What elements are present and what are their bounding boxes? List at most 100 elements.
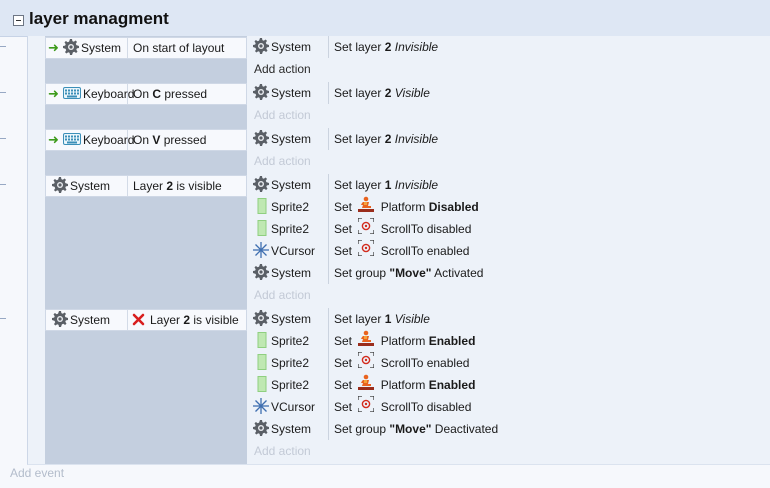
action-object[interactable]: System — [253, 174, 329, 196]
cursor-icon — [253, 241, 269, 261]
action-text[interactable]: Set ScrollTo disabled — [334, 216, 471, 240]
action-param: 1 — [384, 178, 392, 192]
action-text-part: Platform — [377, 200, 429, 214]
action-object[interactable]: Sprite2 — [253, 196, 329, 218]
action-param: Enabled — [428, 378, 476, 392]
add-event-link[interactable]: Add event — [10, 466, 64, 480]
add-action-link[interactable]: Add action — [254, 58, 311, 80]
action-text[interactable]: Set Platform Enabled — [334, 330, 475, 352]
action-object[interactable]: System — [253, 418, 329, 440]
action-object[interactable]: System — [253, 36, 329, 58]
action-param: Invisible — [394, 178, 439, 192]
action-object[interactable]: System — [253, 128, 329, 150]
action-object-label: Sprite2 — [271, 378, 310, 392]
action-text[interactable]: Set group "Move" Deactivated — [334, 418, 498, 440]
event-block[interactable]: ➜ Keyboard On C pressed System Set layer 2 V… — [27, 82, 770, 129]
action-object[interactable]: Sprite2 — [253, 218, 329, 240]
action-text-part: Set layer — [334, 132, 385, 146]
action-text-part: Platform — [377, 334, 429, 348]
keyboard-icon — [63, 132, 81, 148]
platform-icon — [358, 196, 375, 219]
action-object[interactable]: System — [253, 308, 329, 330]
event-condition[interactable]: ➜ System On start of layout — [45, 37, 247, 59]
condition-text-part: Layer — [133, 179, 167, 193]
cursor-icon — [253, 397, 269, 417]
action-row[interactable]: Sprite2 Set Platform Disabled — [253, 196, 770, 218]
action-object[interactable]: VCursor — [253, 240, 329, 262]
action-object[interactable]: VCursor — [253, 396, 329, 418]
condition-text[interactable]: On V pressed — [133, 130, 206, 150]
condition-object[interactable]: ➜ Keyboard — [46, 84, 134, 104]
action-object-label: VCursor — [271, 244, 316, 258]
action-param: 2 — [384, 40, 392, 54]
condition-text-part: pressed — [160, 133, 207, 147]
action-text[interactable]: Set Platform Disabled — [334, 196, 479, 218]
condition-text[interactable]: On C pressed — [133, 84, 207, 104]
action-text[interactable]: Set Platform Enabled — [334, 374, 475, 396]
action-object[interactable]: System — [253, 82, 329, 104]
action-text[interactable]: Set layer 2 Invisible — [334, 128, 438, 150]
action-row[interactable]: VCursor Set ScrollTo disabled — [253, 394, 770, 418]
event-block[interactable]: System Layer 2 is visible System Set layer … — [27, 174, 770, 309]
add-action-link[interactable]: Add action — [254, 150, 311, 172]
action-row[interactable]: Sprite2 Set ScrollTo enabled — [253, 350, 770, 374]
event-condition[interactable]: System Layer 2 is visible — [45, 175, 247, 197]
action-text[interactable]: Set ScrollTo enabled — [334, 238, 469, 262]
gear-icon — [52, 310, 68, 330]
add-action-link[interactable]: Add action — [254, 440, 311, 462]
event-block[interactable]: ➜ Keyboard On V pressed System Set layer 2 I… — [27, 128, 770, 175]
action-row[interactable]: System Set layer 1 Visible — [253, 308, 770, 330]
action-row[interactable]: System Set layer 2 Invisible — [253, 128, 770, 150]
condition-object[interactable]: System — [46, 176, 128, 196]
action-text[interactable]: Set layer 1 Invisible — [334, 174, 438, 196]
action-param: Visible — [394, 86, 430, 100]
condition-text[interactable]: Layer 2 is visible — [133, 176, 222, 196]
event-block[interactable]: ➜ System On start of layout System Set layer… — [27, 36, 770, 83]
gear-icon — [253, 263, 269, 283]
action-text[interactable]: Set group "Move" Activated — [334, 262, 483, 284]
action-row[interactable]: System Set layer 1 Invisible — [253, 174, 770, 196]
action-text[interactable]: Set layer 2 Invisible — [334, 36, 438, 58]
add-action-link[interactable]: Add action — [254, 104, 311, 126]
event-condition[interactable]: System Layer 2 is visible — [45, 309, 247, 331]
action-object[interactable]: Sprite2 — [253, 374, 329, 396]
event-condition[interactable]: ➜ Keyboard On V pressed — [45, 129, 247, 151]
action-row[interactable]: System Set layer 2 Visible — [253, 82, 770, 104]
action-row[interactable]: Sprite2 Set Platform Enabled — [253, 330, 770, 352]
action-text[interactable]: Set layer 1 Visible — [334, 308, 430, 330]
action-param: Invisible — [394, 40, 439, 54]
condition-text[interactable]: Layer 2 is visible — [132, 310, 239, 330]
gear-icon — [253, 129, 269, 149]
sprite-icon — [257, 331, 267, 351]
condition-column — [45, 308, 247, 464]
action-object[interactable]: System — [253, 262, 329, 284]
action-row[interactable]: VCursor Set ScrollTo enabled — [253, 238, 770, 262]
event-group-header[interactable]: layer managment — [0, 0, 770, 37]
event-block[interactable]: System Layer 2 is visible System Set layer … — [27, 308, 770, 465]
action-param: Invisible — [394, 132, 439, 146]
condition-text[interactable]: On start of layout — [133, 38, 224, 58]
condition-object[interactable]: System — [46, 310, 128, 330]
action-object[interactable]: Sprite2 — [253, 330, 329, 352]
action-param: Enabled — [428, 334, 476, 348]
action-object[interactable]: Sprite2 — [253, 352, 329, 374]
action-row[interactable]: Sprite2 Set ScrollTo disabled — [253, 216, 770, 240]
action-row[interactable]: System Set group "Move" Deactivated — [253, 418, 770, 440]
event-condition[interactable]: ➜ Keyboard On C pressed — [45, 83, 247, 105]
action-row[interactable]: System Set layer 2 Invisible — [253, 36, 770, 58]
action-text[interactable]: Set ScrollTo disabled — [334, 394, 471, 418]
action-text-part: Set — [334, 356, 356, 370]
action-text-part: Set layer — [334, 312, 385, 326]
event-indent-marker — [0, 138, 6, 139]
action-text-part: Platform — [377, 378, 429, 392]
action-text[interactable]: Set ScrollTo enabled — [334, 350, 469, 374]
action-row[interactable]: System Set group "Move" Activated — [253, 262, 770, 284]
trigger-arrow-icon: ➜ — [48, 132, 59, 147]
collapse-toggle-icon[interactable] — [13, 15, 24, 26]
action-row[interactable]: Sprite2 Set Platform Enabled — [253, 374, 770, 396]
condition-object[interactable]: ➜ Keyboard — [46, 130, 134, 150]
condition-object[interactable]: ➜ System — [46, 38, 128, 58]
action-text[interactable]: Set layer 2 Visible — [334, 82, 430, 104]
add-action-link[interactable]: Add action — [254, 284, 311, 306]
condition-object-label: System — [70, 313, 111, 327]
